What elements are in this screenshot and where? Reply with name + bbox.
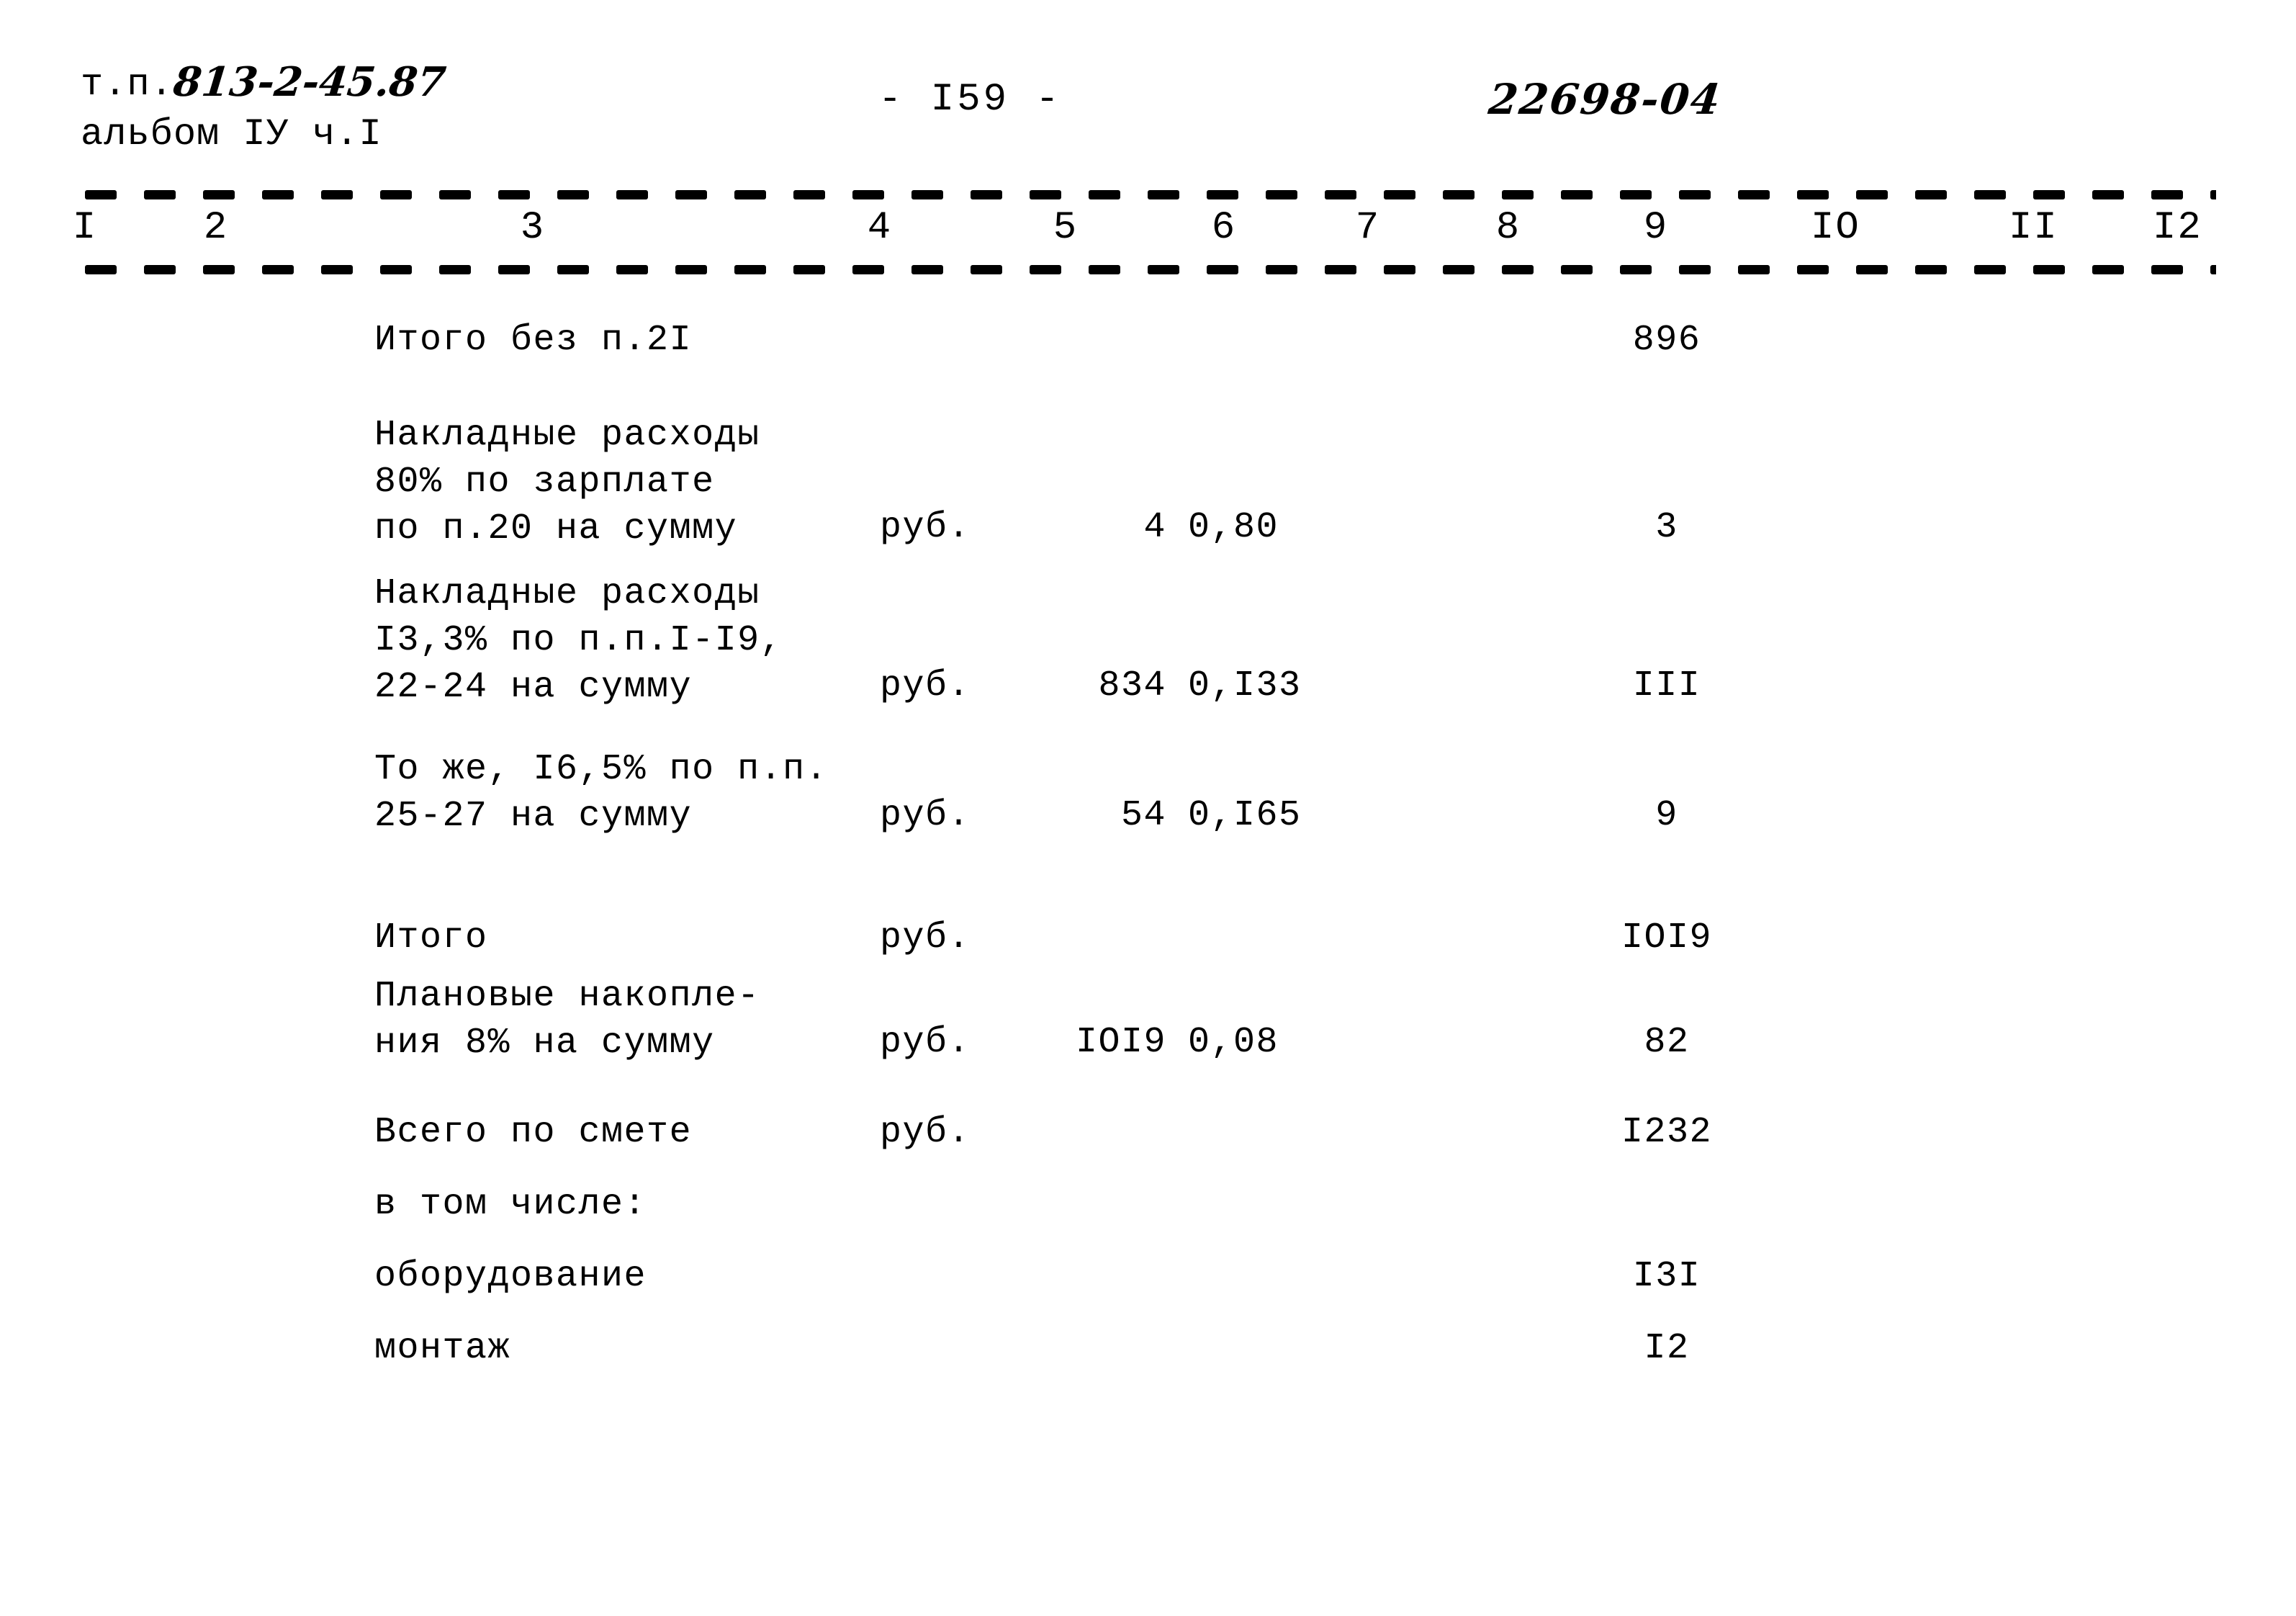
row-sum: IOI9	[1621, 917, 1713, 959]
row-unit: руб.	[880, 795, 971, 836]
row-sum: 82	[1644, 1022, 1690, 1063]
row-unit: руб.	[880, 1112, 971, 1153]
row-sum: I232	[1621, 1112, 1713, 1153]
row-unit: руб.	[880, 507, 971, 548]
row-sum: 896	[1632, 320, 1701, 361]
row-quantity: 54	[1120, 795, 1166, 836]
row-description: монтаж	[374, 1328, 511, 1369]
row-quantity: IOI9	[1075, 1022, 1166, 1063]
row-description: Итого без п.2I	[374, 320, 693, 361]
row-unit: руб.	[880, 917, 971, 959]
row-unit: руб.	[880, 665, 971, 706]
row-description: То же, I6,5% по п.п. 25-27 на сумму	[374, 749, 829, 837]
row-description: в том числе:	[374, 1184, 647, 1225]
row-description: Всего по смете	[374, 1112, 693, 1153]
table-body: Итого без п.2I 896 Накладные расходы 80% п…	[0, 0, 2296, 1616]
row-description: Накладные расходы I3,3% по п.п.I-I9, 22-…	[374, 573, 783, 708]
row-quantity: 4	[1143, 507, 1166, 548]
row-sum: I2	[1644, 1328, 1690, 1369]
row-sum: 3	[1655, 507, 1678, 548]
row-sum: 9	[1655, 795, 1678, 836]
row-quantity: 834	[1098, 665, 1166, 706]
row-price: 0,80	[1188, 507, 1279, 548]
row-sum: III	[1632, 665, 1701, 706]
row-description: оборудование	[374, 1256, 647, 1297]
row-description: Накладные расходы 80% по зарплате по п.2…	[374, 415, 760, 549]
row-price: 0,I33	[1188, 665, 1302, 706]
row-price: 0,I65	[1188, 795, 1302, 836]
row-sum: I3I	[1632, 1256, 1701, 1297]
row-description: Итого	[374, 917, 488, 959]
row-description: Плановые накопле- ния 8% на сумму	[374, 976, 760, 1064]
row-unit: руб.	[880, 1022, 971, 1063]
row-price: 0,08	[1188, 1022, 1279, 1063]
